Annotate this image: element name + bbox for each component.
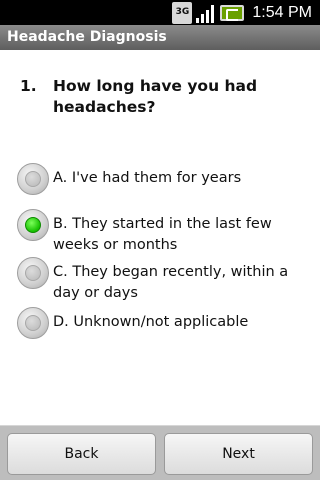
- radio-button[interactable]: [17, 163, 49, 195]
- radio-dot: [25, 217, 41, 233]
- option-label[interactable]: D. Unknown/not applicable: [49, 307, 248, 333]
- option-c[interactable]: C. They began recently, within a day or …: [17, 257, 317, 304]
- bottom-button-bar: Back Next: [0, 425, 320, 480]
- radio-button[interactable]: [17, 307, 49, 339]
- question-text: How long have you had headaches?: [53, 77, 258, 116]
- question-number: 1.: [20, 77, 37, 95]
- option-d[interactable]: D. Unknown/not applicable: [17, 307, 317, 339]
- status-bar: 3G 1:54 PM: [0, 0, 320, 25]
- radio-button-selected[interactable]: [17, 209, 49, 241]
- 3g-data-icon: 3G: [172, 1, 193, 24]
- signal-icon: [196, 3, 216, 23]
- option-label[interactable]: C. They began recently, within a day or …: [49, 257, 294, 304]
- next-button[interactable]: Next: [164, 433, 313, 475]
- status-clock: 1:54 PM: [252, 3, 312, 21]
- battery-icon: [220, 4, 245, 21]
- radio-button[interactable]: [17, 257, 49, 289]
- option-b[interactable]: B. They started in the last few weeks or…: [17, 209, 317, 256]
- window-title: Headache Diagnosis: [0, 25, 320, 50]
- option-label[interactable]: A. I've had them for years: [49, 163, 241, 189]
- radio-dot: [25, 315, 41, 331]
- status-icons: 3G 1:54 PM: [172, 0, 312, 25]
- radio-dot: [25, 171, 41, 187]
- option-label[interactable]: B. They started in the last few weeks or…: [49, 209, 294, 256]
- option-a[interactable]: A. I've had them for years: [17, 163, 317, 195]
- radio-dot: [25, 265, 41, 281]
- question: 1. How long have you had headaches?: [20, 76, 310, 118]
- back-button[interactable]: Back: [7, 433, 156, 475]
